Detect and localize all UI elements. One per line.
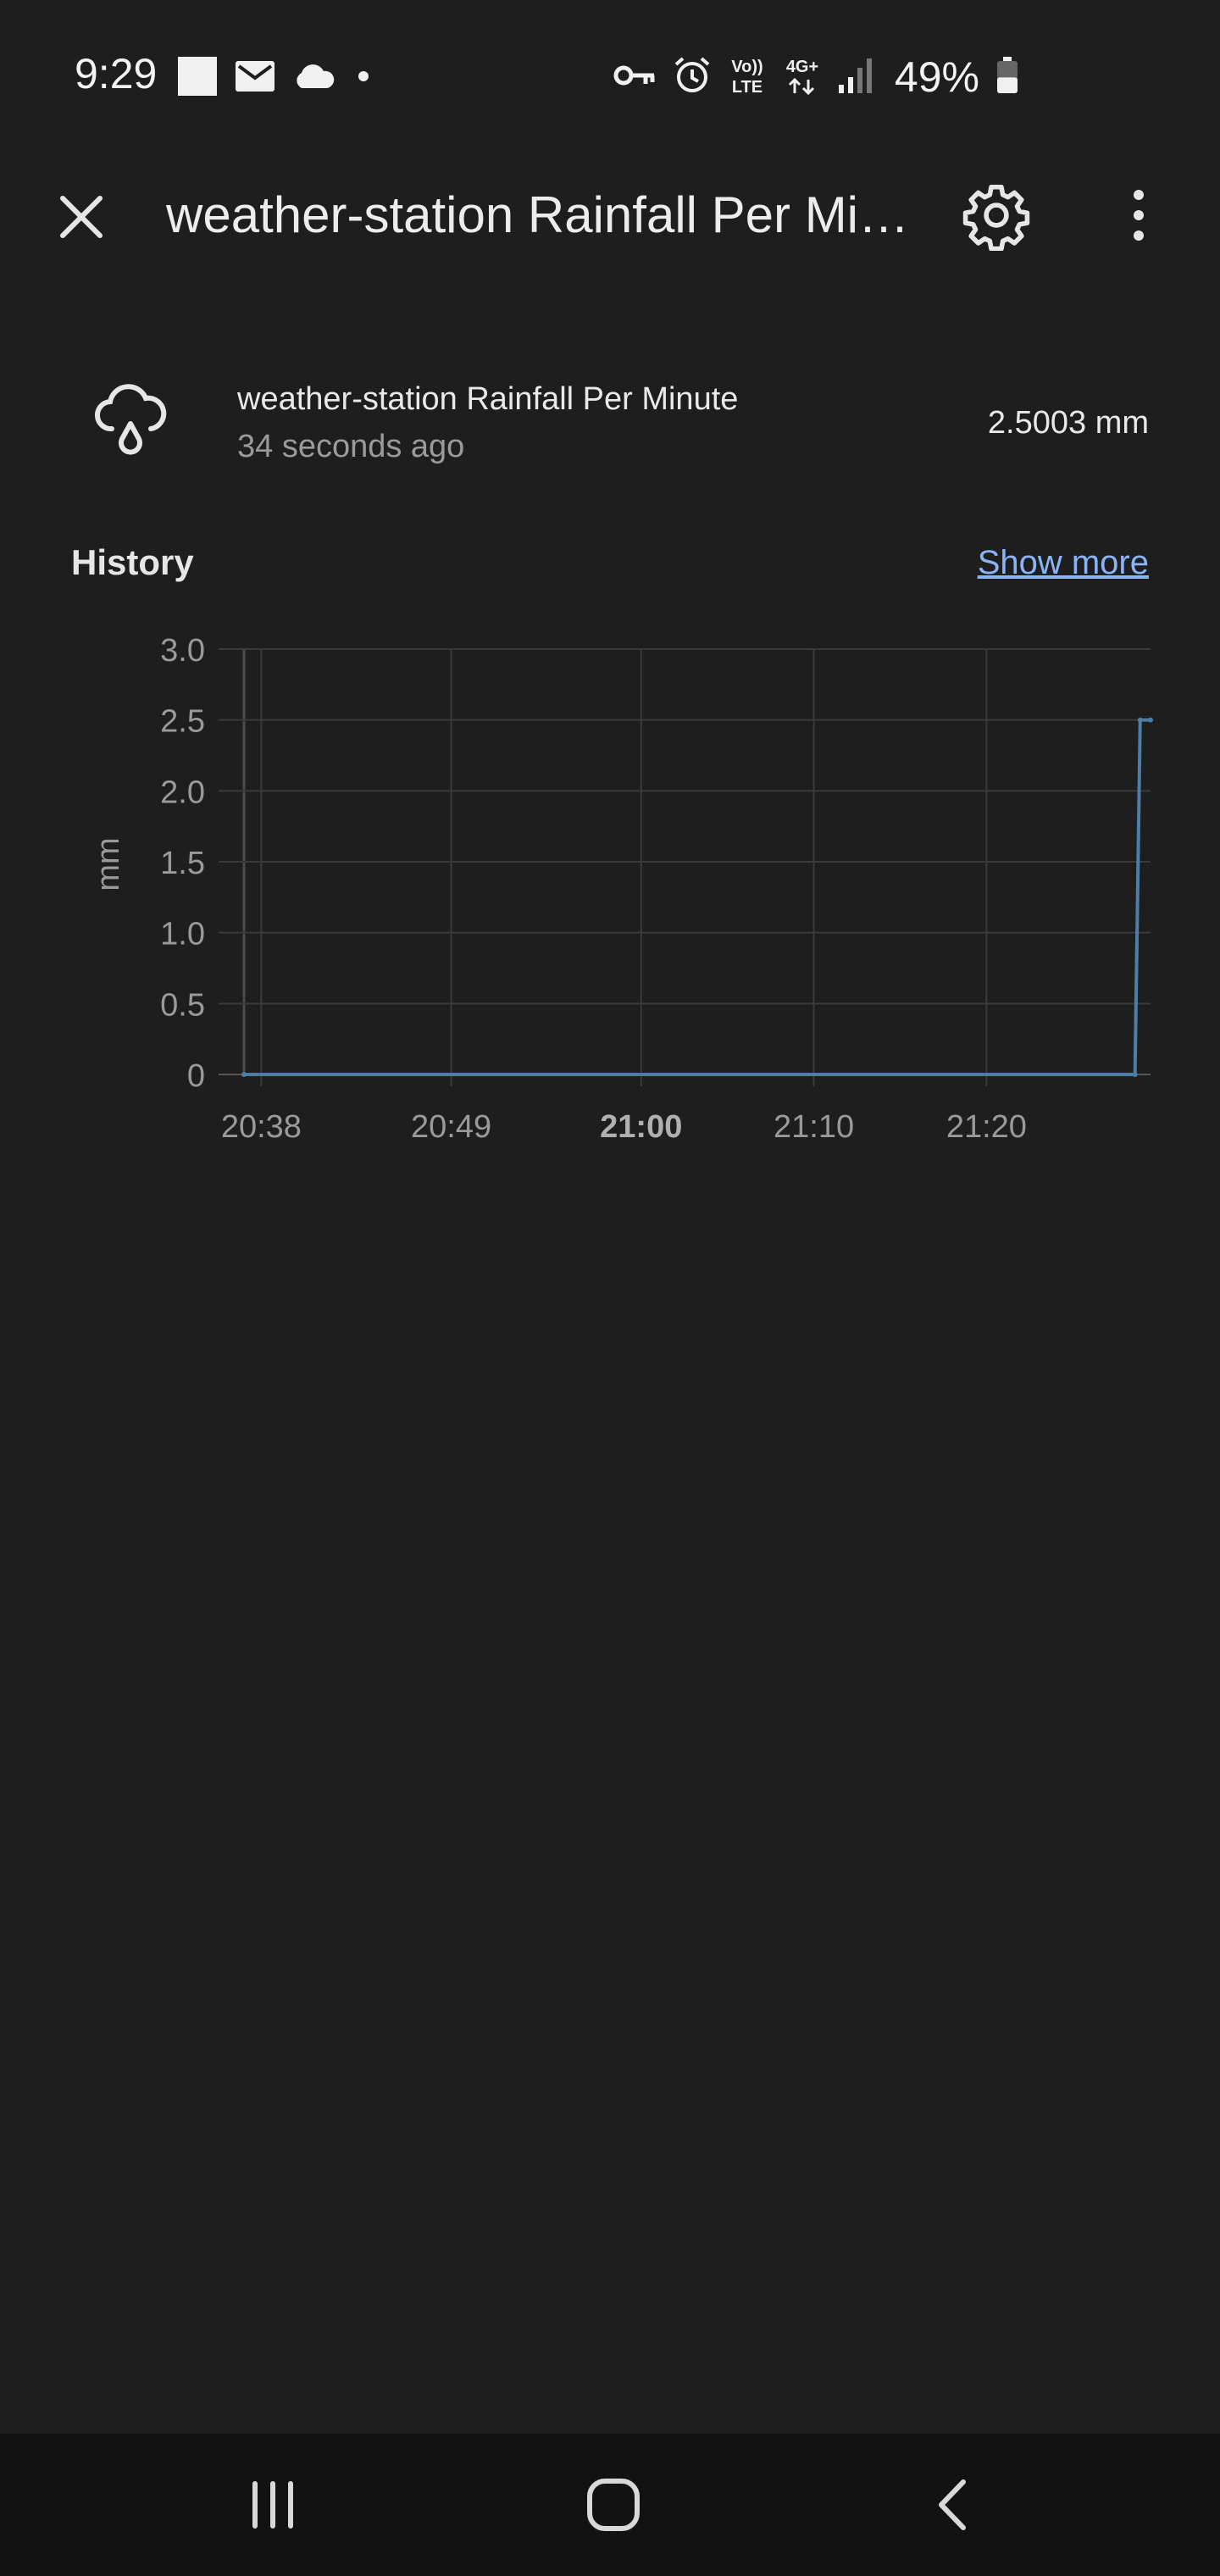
y-tick-label: 0 (187, 1058, 205, 1094)
navigation-bar (0, 2434, 1220, 2576)
show-more-link[interactable]: Show more (978, 544, 1149, 582)
status-bar: 9:29 Vo)) LTE 4G+ 49% (0, 0, 1220, 153)
volte-label-bottom: LTE (732, 78, 762, 97)
x-tick-label: 20:49 (411, 1109, 491, 1145)
weather-rainy-icon (92, 380, 169, 458)
entity-row: weather-station Rainfall Per Minute 34 s… (0, 356, 1220, 491)
square-notification-icon (176, 55, 219, 102)
y-tick-label: 2.5 (160, 704, 205, 740)
network-label: 4G+ (786, 58, 818, 76)
battery-percent: 49% (894, 53, 979, 101)
alarm-icon (673, 56, 712, 99)
signal-icon (837, 56, 874, 99)
y-tick-label: 0.5 (160, 987, 205, 1023)
home-button[interactable] (571, 2462, 656, 2547)
entity-last-changed: 34 seconds ago (237, 429, 465, 464)
y-axis-label: mm (91, 837, 126, 891)
dot-icon (351, 64, 376, 93)
series-line (244, 718, 1151, 1076)
recents-icon (252, 2481, 293, 2529)
overflow-menu-button[interactable] (1118, 180, 1159, 251)
battery-icon (995, 56, 1020, 99)
history-chart: 0 0.5 1.0 1.5 2.0 2.5 3.0 20:38 20:49 21:00 21:10… (0, 610, 1220, 1169)
data-point (241, 1072, 247, 1077)
dialog-title: weather-station Rainfall Per Minute (166, 186, 929, 243)
more-vert-icon (1134, 190, 1144, 241)
settings-button[interactable] (961, 180, 1032, 252)
recents-button[interactable] (230, 2462, 315, 2547)
close-icon (60, 196, 103, 238)
dialog-header: weather-station Rainfall Per Minute (0, 153, 1220, 263)
history-chart-svg: 0 0.5 1.0 1.5 2.0 2.5 3.0 20:38 20:49 21:00 21:10… (91, 633, 1153, 1145)
entity-state: 2.5003 mm (987, 405, 1149, 441)
x-tick-label: 21:20 (946, 1109, 1027, 1145)
y-tick-label: 3.0 (160, 633, 205, 669)
history-title: History (71, 542, 194, 582)
home-icon (587, 2479, 640, 2531)
x-tick-label: 21:10 (774, 1109, 854, 1145)
status-time: 9:29 (75, 50, 158, 97)
back-button[interactable] (912, 2462, 996, 2547)
x-tick-label: 20:38 (221, 1109, 302, 1145)
y-tick-label: 1.5 (160, 846, 205, 881)
data-point (1137, 717, 1143, 723)
back-icon (939, 2479, 966, 2530)
y-tick-label: 1.0 (160, 917, 205, 952)
4g-data-icon: 4G+ (783, 54, 822, 101)
status-right-icons: Vo)) LTE 4G+ 49% (613, 47, 1020, 107)
data-point (1132, 1072, 1138, 1077)
cloud-icon (291, 61, 336, 96)
y-tick-label: 2.0 (160, 774, 205, 810)
gear-icon (962, 184, 1030, 252)
x-tick-label: 21:00 (600, 1109, 682, 1145)
entity-name: weather-station Rainfall Per Minute (237, 381, 739, 417)
data-point (1148, 717, 1153, 723)
status-left-icons (176, 56, 376, 100)
close-button[interactable] (51, 186, 112, 247)
vpn-key-icon (613, 58, 657, 97)
mail-icon (234, 58, 276, 99)
volte-label-top: Vo)) (731, 58, 762, 76)
volte-icon: Vo)) LTE (727, 54, 768, 101)
